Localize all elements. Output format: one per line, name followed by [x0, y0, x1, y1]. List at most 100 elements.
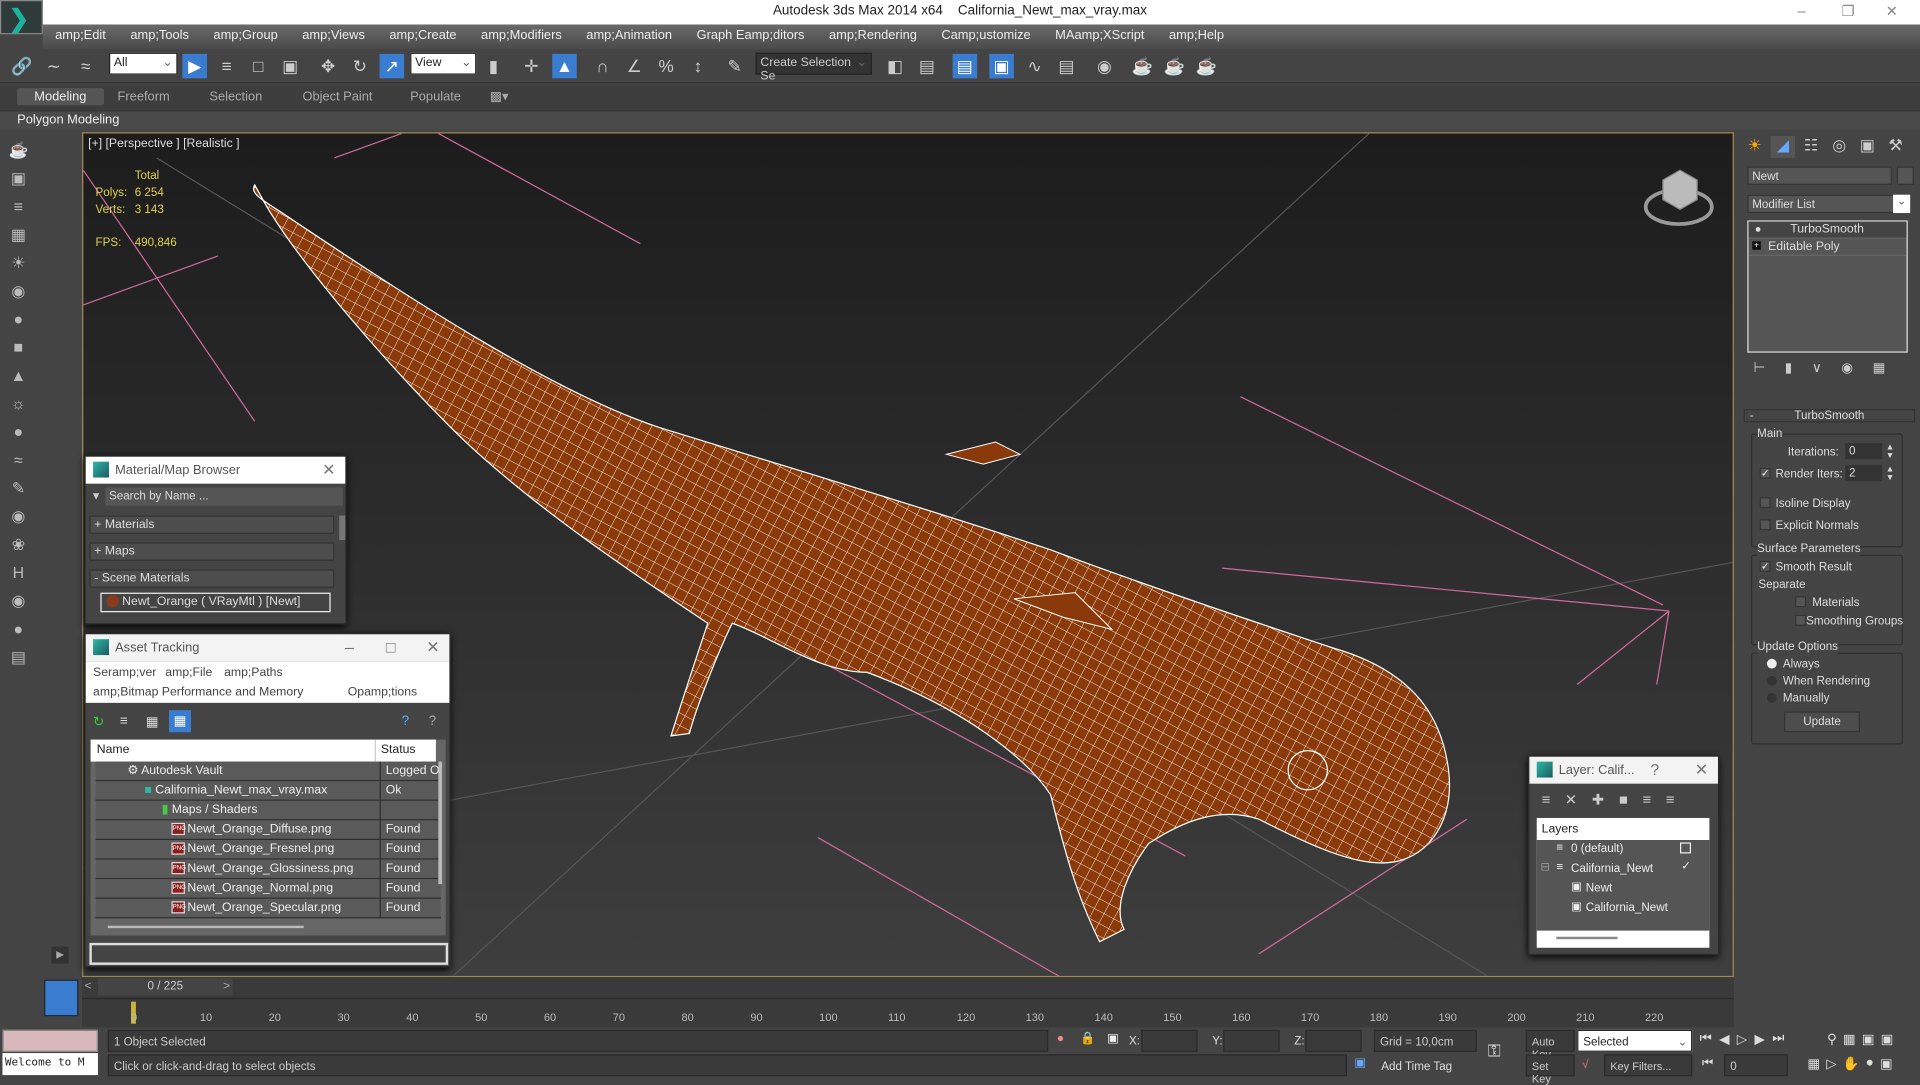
prev-frame-arrow[interactable]: < — [84, 980, 91, 993]
set-key-button[interactable]: Set Key — [1525, 1054, 1575, 1085]
materials-section[interactable]: + Materials — [89, 515, 335, 534]
collapse-icon[interactable]: ⊟ — [1540, 861, 1550, 874]
explicit-normals-checkbox[interactable] — [1759, 519, 1771, 531]
add-to-layer-icon[interactable]: ✚ — [1592, 791, 1604, 808]
modify-tab-icon[interactable]: ◢ — [1770, 135, 1796, 158]
maximize-icon[interactable]: □ — [386, 638, 396, 656]
close-button[interactable]: ✕ — [1886, 2, 1898, 19]
path-field[interactable] — [89, 942, 449, 965]
menu-item[interactable]: Camp;ustomize — [929, 24, 1043, 48]
menu-item[interactable]: amp;Edit — [43, 24, 118, 48]
grass-icon[interactable]: ❀ — [6, 535, 30, 555]
teapot-icon[interactable]: ☕ — [6, 141, 30, 161]
horizontal-scrollbar[interactable] — [1556, 936, 1618, 940]
ball-icon[interactable]: ● — [6, 422, 30, 442]
y-coordinate-input[interactable] — [1223, 1029, 1280, 1052]
asset-tracking-titlebar[interactable]: Asset Tracking – □ ✕ — [85, 634, 450, 662]
menu-item[interactable]: amp;Group — [201, 24, 290, 48]
mini-curve-editor-icon[interactable] — [44, 979, 79, 1017]
ribbon-toggle-icon[interactable]: ▣ — [989, 53, 1014, 79]
tab-object-paint[interactable]: Object Paint — [302, 89, 372, 104]
ox-icon[interactable]: ◉ — [6, 591, 30, 611]
align-icon[interactable]: ▤ — [915, 54, 939, 78]
layer-row[interactable]: ▣ California_Newt — [1537, 899, 1710, 919]
delete-layer-icon[interactable]: ✕ — [1565, 791, 1577, 808]
expand-icon[interactable]: + — [1752, 241, 1761, 250]
menu-bitmap-performance[interactable]: amp;Bitmap Performance and Memory — [93, 686, 303, 699]
schematic-view-icon[interactable]: ▤ — [1054, 54, 1078, 78]
go-to-start-icon[interactable]: ⏮ — [1700, 1031, 1712, 1047]
unlink-icon[interactable]: ∼ — [42, 54, 66, 78]
move-icon[interactable]: ✥ — [316, 54, 340, 78]
spinner-snap-icon[interactable]: ↕ — [686, 54, 710, 78]
rendered-frame-icon[interactable]: ☕ — [1162, 54, 1186, 78]
close-icon[interactable]: ✕ — [322, 460, 335, 480]
layers-header[interactable]: Layers — [1537, 818, 1710, 840]
highlight-layer-icon[interactable]: ≡ — [1643, 791, 1652, 808]
scale-icon[interactable]: ↗ — [379, 53, 405, 79]
maps-section[interactable]: + Maps — [89, 542, 335, 561]
maxscript-listener[interactable] — [2, 1029, 98, 1052]
time-config-icon[interactable]: ▦ — [1807, 1056, 1820, 1072]
update-button[interactable]: Update — [1784, 711, 1861, 733]
vertical-scrollbar[interactable] — [438, 761, 443, 885]
table-row[interactable]: PNGNewt_Orange_Fresnel.png Found — [95, 840, 441, 860]
modifier-list-dropdown[interactable]: Modifier List ⌄ — [1747, 194, 1911, 214]
when-rendering-radio[interactable] — [1766, 675, 1777, 686]
set-current-layer-icon[interactable]: ≡ — [1666, 791, 1675, 808]
ribbon-options-icon[interactable]: ▩▾ — [490, 89, 509, 104]
key-mode-toggle-icon[interactable]: ⏮ — [1702, 1057, 1713, 1070]
render-iters-spinner[interactable]: ▲ ▼ — [1886, 465, 1894, 482]
layer-row[interactable]: ≡ 0 (default) — [1537, 840, 1710, 860]
minimize-icon[interactable]: – — [345, 638, 354, 656]
list-view-icon[interactable]: ≡ — [120, 714, 128, 729]
table-row[interactable]: ▮ Maps / Shaders — [95, 800, 441, 821]
menu-item[interactable]: amp;Tools — [118, 24, 201, 48]
orbit-icon[interactable]: ● — [1866, 1056, 1874, 1072]
maxscript-input[interactable]: Welcome to M — [2, 1053, 98, 1076]
sun-icon[interactable]: ☼ — [6, 394, 30, 414]
menu-paths[interactable]: amp;Paths — [224, 666, 283, 679]
key-filters-button[interactable]: Key Filters... — [1604, 1054, 1693, 1077]
scrollbar[interactable] — [339, 515, 346, 541]
close-icon[interactable]: ✕ — [426, 638, 439, 658]
light-icon[interactable]: ☀ — [6, 253, 30, 273]
tree-view-icon[interactable]: ▦ — [146, 714, 159, 730]
create-tab-icon[interactable]: ☀ — [1742, 136, 1766, 158]
manually-radio[interactable] — [1766, 693, 1777, 703]
table-row[interactable]: PNGNewt_Orange_Diffuse.png Found — [95, 820, 441, 841]
orb-icon[interactable]: ● — [6, 620, 30, 640]
fov-icon[interactable]: ▷ — [1826, 1056, 1836, 1072]
context-help-icon[interactable]: ? — [429, 714, 437, 729]
material-search-input[interactable]: Search by Name ... — [105, 487, 343, 506]
lightbulb-icon[interactable]: ● — [1755, 223, 1762, 235]
maximize-viewport-icon[interactable]: ▣ — [1880, 1056, 1893, 1072]
link-icon[interactable]: 🔗 — [10, 54, 34, 78]
hierarchy-tab-icon[interactable]: ☷ — [1799, 136, 1823, 158]
current-layer-checkbox[interactable] — [1680, 842, 1692, 854]
time-tag-icon[interactable]: ▣ — [1354, 1057, 1366, 1070]
menu-item[interactable]: amp;Modifiers — [469, 24, 574, 48]
stack-item-turbosmooth[interactable]: ● TurboSmooth — [1748, 221, 1907, 239]
menu-file[interactable]: amp;File — [165, 666, 212, 679]
pin-stack-icon[interactable]: ⊢ — [1753, 360, 1765, 376]
zoom-extents-icon[interactable]: ▣ — [1862, 1031, 1875, 1047]
isolate-icon[interactable]: ● — [1057, 1032, 1064, 1045]
show-end-result-icon[interactable]: ▮ — [1785, 360, 1792, 376]
absolute-mode-icon[interactable]: ▣ — [1107, 1032, 1119, 1045]
select-in-layer-icon[interactable]: ■ — [1619, 791, 1628, 808]
rect-selection-icon[interactable]: □ — [246, 54, 270, 78]
time-slider-thumb[interactable]: 0 / 225 — [97, 978, 233, 996]
utilities-tab-icon[interactable]: ⚒ — [1883, 136, 1907, 158]
restore-button[interactable]: ❐ — [1842, 2, 1855, 19]
object-name-input[interactable]: Newt — [1747, 166, 1892, 185]
curve-editor-icon[interactable]: ∿ — [1022, 54, 1046, 78]
key-tangent-icon[interactable]: √ — [1582, 1058, 1589, 1071]
render-iters-checkbox[interactable]: ✓ — [1759, 467, 1771, 479]
angle-snap-icon[interactable]: ∠ — [622, 54, 646, 78]
menu-item[interactable]: Graph Eamp;ditors — [684, 24, 816, 48]
close-icon[interactable]: ✕ — [1695, 760, 1708, 780]
zoom-icon[interactable]: ⚲ — [1827, 1031, 1837, 1047]
table-row[interactable]: PNGNewt_Orange_Normal.png Found — [95, 879, 441, 899]
stack-item-editable-poly[interactable]: + Editable Poly — [1748, 239, 1907, 256]
